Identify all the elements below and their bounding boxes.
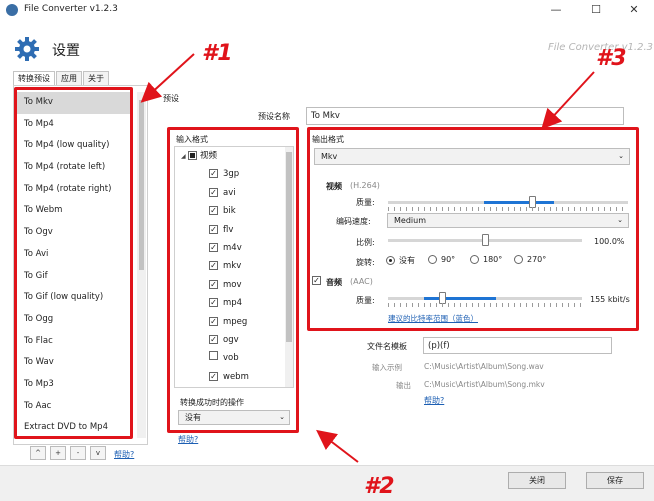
callout-label-2: #2	[364, 474, 395, 499]
callout-arrows	[140, 53, 595, 463]
callout-label-3: #3	[596, 46, 627, 71]
callout-label-1: #1	[202, 41, 233, 66]
arrow-2	[316, 429, 359, 463]
arrow-3	[541, 71, 595, 130]
arrow-1	[140, 53, 195, 103]
